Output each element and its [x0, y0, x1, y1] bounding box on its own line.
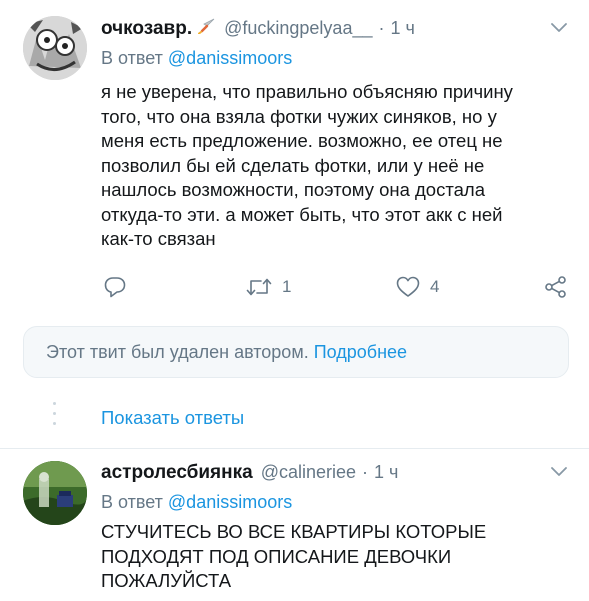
reply-handle-link[interactable]: @danissimoors	[168, 492, 292, 512]
timestamp[interactable]: 1 ч	[374, 462, 398, 483]
tweet-text-line: позволил бы ей сделать фотки, или у неё …	[101, 154, 485, 176]
deleted-message: Этот твит был удален автором.	[46, 341, 309, 362]
tweet-text-line: откуда-то эти. а может быть, что этот ак…	[101, 203, 503, 225]
handle[interactable]: @calineriee	[261, 462, 356, 483]
rocket-icon	[198, 18, 216, 35]
tweet-actions: 1 4	[0, 272, 589, 302]
tweet-text: я не уверена, что правильно объясняю при…	[101, 80, 571, 252]
like-count: 4	[430, 277, 440, 296]
tweet-text-line: ПОЖАЛУЙСТА	[101, 570, 232, 591]
handle[interactable]: @fuckingpelyaa__	[224, 18, 372, 39]
like-icon	[396, 276, 420, 297]
avatar[interactable]	[23, 16, 87, 80]
reply-prefix: В ответ	[101, 48, 163, 68]
retweet-icon	[246, 278, 272, 296]
tweet-text-line: ПОДХОДЯТ ПОД ОПИСАНИЕ ДЕВОЧКИ	[101, 545, 452, 567]
share-button[interactable]	[544, 272, 568, 302]
reply-context: В ответ @danissimoors	[101, 48, 292, 69]
tweet-text-line: нашлось возможности, поэтому она достала	[101, 179, 485, 200]
reply-prefix: В ответ	[101, 492, 163, 512]
tweet-text-line: того, что она взяла фотки чужих синяков,…	[101, 105, 497, 127]
tweet-text-line: как-то связан	[101, 228, 216, 249]
chevron-down-icon[interactable]	[551, 23, 567, 33]
reply-context: В ответ @danissimoors	[101, 492, 292, 513]
tweet[interactable]: астролесбиянка @calineriee · 1 ч В ответ…	[0, 450, 589, 601]
retweet-count: 1	[282, 277, 292, 296]
learn-more-link[interactable]: Подробнее	[314, 342, 407, 363]
reply-handle-link[interactable]: @danissimoors	[168, 48, 292, 68]
tweet[interactable]: очкозавр. @fuckingpelyaa__ · 1 ч В ответ…	[0, 0, 589, 318]
tweet-text-line: я не уверена, что правильно объясняю при…	[101, 81, 513, 102]
separator-dot: ·	[362, 462, 369, 482]
share-icon	[545, 276, 566, 298]
tweet-text-line: меня есть предложение. возможно, ее отец…	[101, 130, 503, 151]
reply-button[interactable]	[104, 272, 136, 302]
avatar[interactable]	[23, 461, 87, 525]
chevron-down-icon[interactable]	[551, 467, 567, 477]
display-name[interactable]: астролесбиянка	[101, 462, 253, 484]
tweet-text: СТУЧИТЕСЬ ВО ВСЕ КВАРТИРЫ КОТОРЫЕ ПОДХОД…	[101, 520, 571, 594]
deleted-tweet-notice: Этот твит был удален автором. Подробнее	[23, 326, 569, 378]
like-button[interactable]: 4	[396, 272, 439, 302]
divider	[0, 448, 589, 449]
separator-dot: ·	[378, 18, 385, 38]
retweet-button[interactable]: 1	[246, 272, 291, 302]
show-replies-link[interactable]: Показать ответы	[101, 407, 244, 429]
tweet-text-line: СТУЧИТЕСЬ ВО ВСЕ КВАРТИРЫ КОТОРЫЕ	[101, 521, 487, 542]
display-name[interactable]: очкозавр.	[101, 18, 192, 40]
reply-icon	[104, 277, 126, 298]
timestamp[interactable]: 1 ч	[390, 18, 414, 39]
thread-connector-dots	[53, 402, 57, 432]
